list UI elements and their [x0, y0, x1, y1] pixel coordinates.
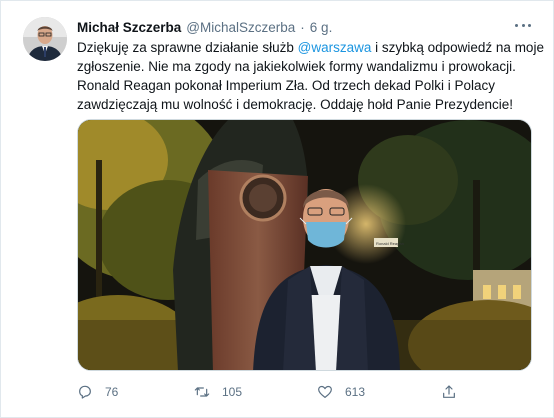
retweet-count: 105	[222, 385, 243, 399]
retweet-button[interactable]: 105	[194, 382, 242, 402]
share-button[interactable]	[441, 382, 457, 402]
tweet-card[interactable]: Michał Szczerba @MichalSzczerba · 6 g. D…	[0, 0, 554, 418]
heart-icon	[318, 385, 332, 398]
mention-link[interactable]: @warszawa	[298, 40, 372, 55]
tweet-header: Michał Szczerba @MichalSzczerba · 6 g.	[77, 17, 332, 37]
reply-count: 76	[105, 385, 119, 399]
share-icon	[443, 385, 455, 398]
tweet-timestamp[interactable]: 6 g.	[310, 20, 333, 35]
text-segment: Dziękuję za sprawne działanie służb	[77, 40, 298, 55]
avatar[interactable]	[23, 17, 67, 61]
author-handle[interactable]: @MichalSzczerba	[186, 20, 295, 35]
tweet-text-line: zawdzięczają mu wolność i demokrację. Od…	[77, 97, 513, 112]
tweet-photo[interactable]: Ronald Reagan	[77, 119, 532, 371]
separator-dot: ·	[300, 19, 305, 35]
author-name[interactable]: Michał Szczerba	[77, 20, 181, 35]
text-segment: i szybką odpowiedź na moje	[371, 40, 544, 55]
like-count: 613	[345, 385, 366, 399]
tweet-text-line: zgłoszenie. Nie ma zgody na jakiekolwiek…	[77, 59, 516, 74]
reply-icon	[79, 385, 91, 399]
reply-button[interactable]: 76	[77, 382, 118, 402]
retweet-icon	[194, 387, 210, 397]
tweet-text-line: Dziękuję za sprawne działanie służb @war…	[77, 38, 544, 57]
like-button[interactable]: 613	[317, 382, 365, 402]
tweet-text-line: Ronald Reagan pokonał Imperium Zła. Od t…	[77, 78, 495, 93]
tweet-text: Dziękuję za sprawne działanie służb @war…	[77, 38, 544, 114]
more-icon[interactable]	[515, 17, 531, 33]
tweet-actions: 76 105 613	[77, 382, 477, 402]
street-sign-text: Ronald Reagan	[376, 241, 404, 246]
